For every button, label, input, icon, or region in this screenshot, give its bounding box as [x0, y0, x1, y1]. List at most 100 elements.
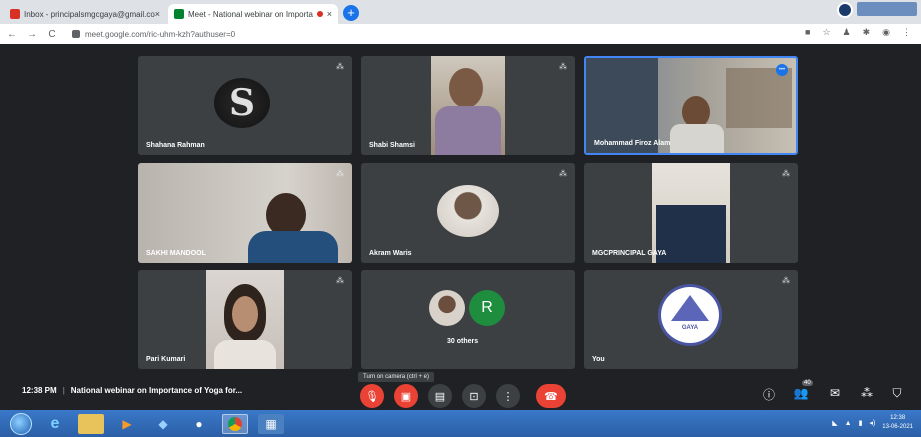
- camera-off-icon: ▣: [400, 390, 412, 403]
- end-call-icon: ☎: [544, 390, 558, 403]
- meeting-time: 12:38 PM: [22, 386, 57, 395]
- logo-text: GAYA: [681, 325, 699, 331]
- participant-tile[interactable]: ⁂ Pari Kumari: [138, 270, 352, 369]
- ie-taskbar-icon[interactable]: e: [42, 414, 68, 434]
- others-avatar-photo: [429, 290, 465, 326]
- extension-icon[interactable]: ♟: [843, 27, 851, 38]
- chat-button[interactable]: ✉: [826, 386, 844, 400]
- camera-toggle-button[interactable]: ▣: [394, 384, 418, 408]
- system-tray: ◣ ▲ ▮ ◂) 12:38 13-06-2021: [832, 414, 913, 432]
- info-icon: ⓘ: [762, 388, 775, 402]
- recording-dot-icon: [316, 11, 323, 17]
- meeting-info-button[interactable]: ⓘ: [760, 386, 778, 403]
- speaking-indicator-icon: •••: [776, 64, 788, 76]
- start-button[interactable]: [10, 412, 32, 435]
- participant-tile-speaking[interactable]: ••• Mohammad Firoz Alam: [584, 56, 798, 155]
- star-icon[interactable]: ☆: [822, 27, 830, 38]
- meet-icon: [174, 9, 184, 19]
- participant-tile[interactable]: S ⁂ Shahana Rahman: [138, 56, 352, 155]
- windows-taskbar: e ▶ ◆ ● ▦ ◣ ▲ ▮ ◂) 12:38 13-06-2021: [0, 410, 921, 437]
- camera-tooltip: Turn on camera (ctrl + e): [358, 372, 434, 382]
- meet-control-bar: 12:38 PM | National webinar on Importance …: [0, 372, 921, 410]
- menu-icon[interactable]: ⋮: [902, 27, 911, 38]
- app-taskbar-icon[interactable]: ◆: [150, 414, 176, 434]
- address-bar[interactable]: meet.google.com/ric-uhm-kzh?authuser=0: [72, 27, 802, 41]
- tab-gmail[interactable]: Inbox - principalsmgcgaya@gmail.com - Gm…: [4, 4, 166, 24]
- more-options-button[interactable]: ⋮: [496, 384, 520, 408]
- toolbar-icons: ■ ☆ ♟ ✱ ◉ ⋮: [805, 27, 911, 38]
- screen: Inbox - principalsmgcgaya@gmail.com - Gm…: [0, 0, 921, 437]
- meeting-title: National webinar on Importance of Yoga f…: [70, 386, 243, 395]
- tab-meet[interactable]: Meet - National webinar on Importance of…: [168, 4, 338, 24]
- others-avatar-letter: R: [469, 290, 505, 326]
- mic-muted-icon: ⁂: [336, 169, 344, 178]
- participant-name: You: [592, 356, 605, 363]
- mic-toggle-button[interactable]: 🎙: [360, 384, 384, 408]
- separator: |: [62, 386, 65, 395]
- people-button[interactable]: 👥 40: [792, 380, 813, 400]
- mic-muted-icon: ⁂: [336, 276, 344, 285]
- mic-muted-icon: ⁂: [782, 169, 790, 178]
- app-taskbar-icon[interactable]: ▦: [258, 413, 284, 434]
- puzzle-icon[interactable]: ✱: [863, 27, 871, 38]
- participant-name: Mohammad Firoz Alam: [594, 140, 671, 147]
- browser-toolbar: ← → C meet.google.com/ric-uhm-kzh?authus…: [0, 24, 921, 44]
- more-vert-icon: ⋮: [502, 390, 514, 403]
- reload-button[interactable]: C: [44, 29, 60, 40]
- url-text: meet.google.com/ric-uhm-kzh?authuser=0: [85, 29, 236, 39]
- people-icon: 👥: [793, 386, 809, 400]
- profile-avatar[interactable]: [837, 2, 853, 18]
- participant-name: Shahana Rahman: [146, 142, 205, 149]
- meeting-details[interactable]: 12:38 PM | National webinar on Importance …: [22, 386, 242, 395]
- present-button[interactable]: ⊡: [462, 384, 486, 408]
- present-icon: ⊡: [469, 390, 479, 403]
- others-tile[interactable]: R 30 others: [361, 270, 575, 369]
- shield-icon: ⛉: [892, 386, 902, 400]
- window-controls: [837, 2, 917, 18]
- self-tile[interactable]: GAYA ⁂ You: [584, 270, 798, 369]
- account-icon[interactable]: ◉: [882, 27, 890, 38]
- lock-icon: [72, 30, 80, 38]
- forward-button[interactable]: →: [24, 29, 40, 40]
- chrome-taskbar-icon[interactable]: [222, 413, 248, 434]
- participant-video: [206, 270, 284, 369]
- browser-tab-strip: Inbox - principalsmgcgaya@gmail.com - Gm…: [0, 0, 921, 24]
- tray-icon[interactable]: ▲: [845, 420, 852, 427]
- volume-icon[interactable]: ◂): [869, 419, 875, 427]
- mic-muted-icon: ⁂: [559, 169, 567, 178]
- participant-name: MGCPRINCIPAL GAYA: [592, 250, 667, 257]
- mic-off-icon: 🎙: [365, 390, 379, 403]
- avatar-photo: [437, 185, 499, 237]
- participant-name: Pari Kumari: [146, 356, 186, 363]
- mic-muted-icon: ⁂: [336, 62, 344, 71]
- participant-video: [138, 163, 352, 263]
- network-icon[interactable]: ▮: [859, 419, 863, 427]
- participant-tile[interactable]: ⁂ MGCPRINCIPAL GAYA: [584, 163, 798, 263]
- tab-title: Meet - National webinar on Importance of…: [188, 9, 313, 19]
- participant-tile[interactable]: ⁂ SAKHI MANDOOL: [138, 163, 352, 263]
- leave-call-button[interactable]: ☎: [536, 384, 566, 408]
- participant-tile[interactable]: ⁂ Shabi Shamsi: [361, 56, 575, 155]
- back-button[interactable]: ←: [4, 29, 20, 40]
- activities-button[interactable]: ⁂: [858, 386, 876, 400]
- camera-permission-icon[interactable]: ■: [805, 27, 810, 38]
- tray-icon[interactable]: ◣: [832, 419, 837, 427]
- close-icon[interactable]: ×: [155, 9, 160, 19]
- host-controls-button[interactable]: ⛉: [888, 386, 906, 401]
- tab-title: Inbox - principalsmgcgaya@gmail.com - Gm…: [24, 9, 155, 19]
- activities-icon: ⁂: [861, 386, 873, 400]
- media-taskbar-icon[interactable]: ▶: [114, 414, 140, 434]
- new-tab-button[interactable]: +: [343, 5, 359, 21]
- app-taskbar-icon[interactable]: ●: [186, 414, 212, 434]
- participant-tile[interactable]: ⁂ Akram Waris: [361, 163, 575, 263]
- participant-video: [586, 58, 796, 153]
- people-count-badge: 40: [802, 380, 813, 386]
- clock[interactable]: 12:38 13-06-2021: [882, 414, 913, 432]
- folder-taskbar-icon[interactable]: [78, 413, 104, 434]
- window-buttons[interactable]: [857, 2, 917, 16]
- captions-button[interactable]: ▤: [428, 384, 452, 408]
- participant-name: Akram Waris: [369, 250, 412, 257]
- clock-time: 12:38: [890, 415, 906, 421]
- avatar-s: S: [214, 78, 270, 128]
- close-icon[interactable]: ×: [327, 9, 332, 19]
